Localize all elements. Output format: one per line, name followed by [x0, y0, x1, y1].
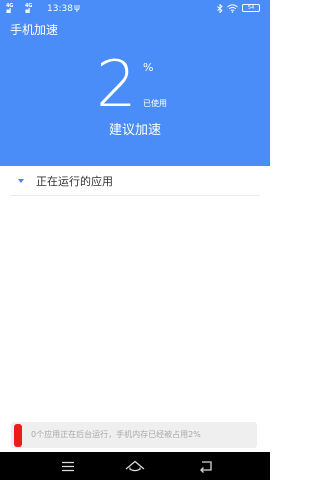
running-apps-section-header[interactable]: 正在运行的应用	[10, 170, 260, 196]
page-title: 手机加速	[10, 23, 59, 37]
status-toast: 0个应用正在后台运行，手机内存已经被占用2%	[11, 422, 257, 448]
status-bar: 4G ıııl 4G ıııl 13:38 ψ 54	[0, 0, 270, 18]
signal-icon-2: 4G ıııl	[25, 3, 33, 15]
menu-button[interactable]	[58, 456, 78, 476]
wifi-icon	[227, 3, 238, 13]
home-button[interactable]	[124, 456, 145, 476]
header-panel: 4G ıııl 4G ıııl 13:38 ψ 54 手机加速 2 % 已使用 …	[0, 0, 270, 166]
caret-down-icon	[18, 179, 24, 183]
back-button[interactable]	[196, 456, 216, 476]
status-time: 13:38	[47, 4, 73, 14]
signal-icon-1: 4G ıııl	[6, 3, 14, 15]
accelerate-button[interactable]: 建议加速	[0, 123, 270, 139]
toast-accent-bar	[14, 424, 22, 447]
home-icon	[125, 460, 145, 472]
memory-percent-value: 2	[96, 48, 137, 122]
navigation-bar	[0, 452, 270, 480]
status-right-icons: 54	[217, 3, 260, 13]
battery-level: 54	[247, 5, 255, 11]
memory-used-label: 已使用	[143, 99, 167, 108]
bluetooth-icon	[217, 3, 223, 13]
memory-percent-sign: %	[143, 61, 154, 74]
back-icon	[200, 461, 212, 473]
battery-icon: 54	[242, 4, 260, 12]
running-apps-label: 正在运行的应用	[36, 175, 113, 188]
menu-icon	[62, 461, 74, 472]
toast-message: 0个应用正在后台运行，手机内存已经被占用2%	[31, 430, 201, 439]
screen: 4G ıııl 4G ıııl 13:38 ψ 54 手机加速 2 % 已使用 …	[0, 0, 270, 480]
usb-icon: ψ	[74, 3, 80, 13]
